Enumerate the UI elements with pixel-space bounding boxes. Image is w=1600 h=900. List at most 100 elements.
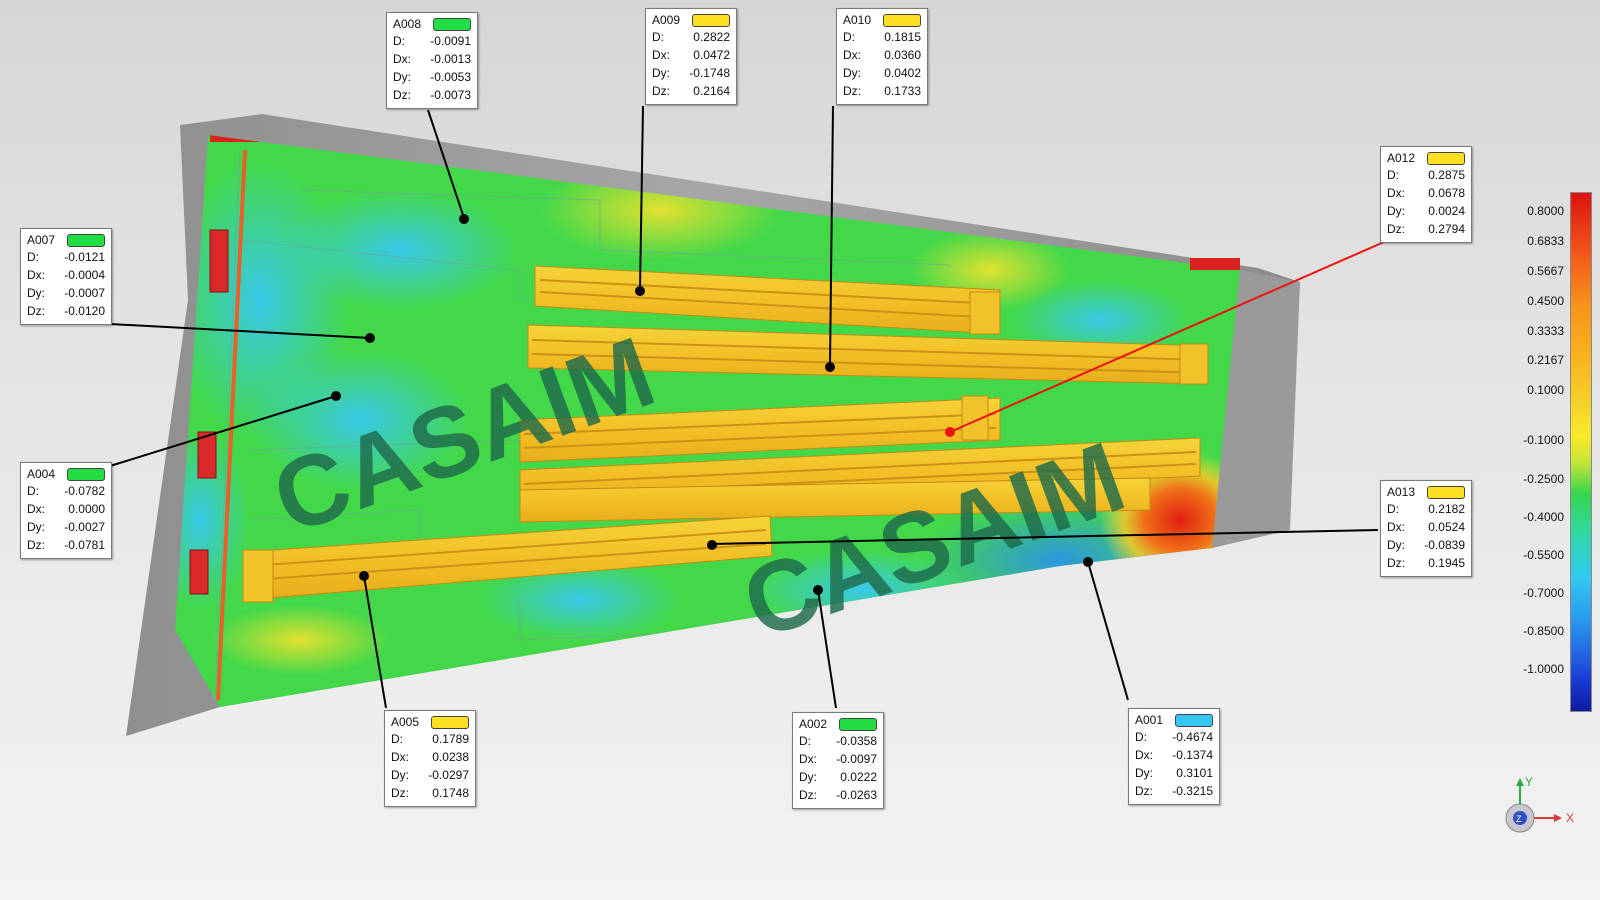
callout-a008[interactable]: A008 D: -0.0091 Dx: -0.0013 Dy: -0.0053 Dz:… <box>386 12 478 109</box>
label-dy: Dy: <box>799 770 817 784</box>
scale-label: -0.5500 <box>1523 548 1564 562</box>
callout-id: A001 <box>1135 713 1164 727</box>
point-a009 <box>635 286 645 296</box>
callout-id: A007 <box>27 233 56 247</box>
callout-id: A004 <box>27 467 56 481</box>
color-swatch <box>431 715 469 729</box>
label-d: D: <box>1387 502 1399 516</box>
callout-a009[interactable]: A009 D: 0.2822 Dx: 0.0472 Dy: -0.1748 Dz: 0.… <box>645 8 737 105</box>
label-dx: Dx: <box>27 502 45 516</box>
callout-id: A008 <box>393 17 422 31</box>
callout-id: A005 <box>391 715 420 729</box>
label-dy: Dy: <box>843 66 861 80</box>
value-d: -0.0121 <box>64 250 105 264</box>
value-dy: 0.0402 <box>884 66 921 80</box>
scale-label: 0.5667 <box>1527 264 1564 278</box>
callout-a002[interactable]: A002 D: -0.0358 Dx: -0.0097 Dy: 0.0222 Dz: -… <box>792 712 884 809</box>
label-dy: Dy: <box>27 286 45 300</box>
color-swatch <box>433 17 471 31</box>
callout-a013[interactable]: A013 D: 0.2182 Dx: 0.0524 Dy: -0.0839 Dz: 0.… <box>1380 480 1472 577</box>
scale-label: 0.6833 <box>1527 234 1564 248</box>
scale-label: -0.7000 <box>1523 586 1564 600</box>
value-dz: 0.1945 <box>1428 556 1465 570</box>
value-dx: -0.0004 <box>64 268 105 282</box>
scale-label: 0.2167 <box>1527 353 1564 367</box>
label-dx: Dx: <box>652 48 670 62</box>
value-d: -0.0091 <box>430 34 471 48</box>
value-d: -0.4674 <box>1172 730 1213 744</box>
value-dx: 0.0472 <box>693 48 730 62</box>
point-a004 <box>331 391 341 401</box>
color-swatch <box>1175 713 1213 727</box>
callout-id: A002 <box>799 717 828 731</box>
scale-label: 0.8000 <box>1527 204 1564 218</box>
label-dx: Dx: <box>799 752 817 766</box>
value-dz: 0.1733 <box>884 84 921 98</box>
label-dz: Dz: <box>843 84 861 98</box>
label-dy: Dy: <box>391 768 409 782</box>
label-dy: Dy: <box>652 66 670 80</box>
color-swatch <box>1427 485 1465 499</box>
color-swatch <box>839 717 877 731</box>
label-dz: Dz: <box>393 88 411 102</box>
color-scale-legend: 0.8000 0.6833 0.5667 0.4500 0.3333 0.216… <box>1510 192 1600 712</box>
point-a005 <box>359 571 369 581</box>
color-scale-bar <box>1570 192 1592 712</box>
scale-label: -0.2500 <box>1523 472 1564 486</box>
label-d: D: <box>393 34 405 48</box>
callout-id: A010 <box>843 13 872 27</box>
value-dy: -0.1748 <box>689 66 730 80</box>
value-d: -0.0358 <box>836 734 877 748</box>
label-dx: Dx: <box>1135 748 1153 762</box>
label-dz: Dz: <box>27 304 45 318</box>
value-dx: -0.0013 <box>430 52 471 66</box>
value-dz: 0.2164 <box>693 84 730 98</box>
callout-a010[interactable]: A010 D: 0.1815 Dx: 0.0360 Dy: 0.0402 Dz: 0.1… <box>836 8 928 105</box>
point-a013 <box>707 540 717 550</box>
callout-a012[interactable]: A012 D: 0.2875 Dx: 0.0678 Dy: 0.0024 Dz: 0.2… <box>1380 146 1472 243</box>
callout-a001[interactable]: A001 D: -0.4674 Dx: -0.1374 Dy: 0.3101 Dz: -… <box>1128 708 1220 805</box>
point-a012 <box>945 427 955 437</box>
value-d: 0.1815 <box>884 30 921 44</box>
scale-label: -0.4000 <box>1523 510 1564 524</box>
label-d: D: <box>1387 168 1399 182</box>
label-d: D: <box>1135 730 1147 744</box>
value-dx: 0.0000 <box>68 502 105 516</box>
value-dz: -0.0120 <box>64 304 105 318</box>
value-dx: -0.1374 <box>1172 748 1213 762</box>
label-dx: Dx: <box>1387 520 1405 534</box>
point-a001 <box>1083 557 1093 567</box>
value-dx: 0.0678 <box>1428 186 1465 200</box>
value-dz: -0.0263 <box>836 788 877 802</box>
label-d: D: <box>843 30 855 44</box>
label-dx: Dx: <box>843 48 861 62</box>
value-dx: 0.0238 <box>432 750 469 764</box>
callout-a007[interactable]: A007 D: -0.0121 Dx: -0.0004 Dy: -0.0007 Dz:… <box>20 228 112 325</box>
point-a010 <box>825 362 835 372</box>
label-dz: Dz: <box>652 84 670 98</box>
label-dz: Dz: <box>799 788 817 802</box>
label-dy: Dy: <box>1387 538 1405 552</box>
callout-a004[interactable]: A004 D: -0.0782 Dx: 0.0000 Dy: -0.0027 Dz: -… <box>20 462 112 559</box>
scale-label: 0.3333 <box>1527 324 1564 338</box>
triad-z-label: Z <box>1516 814 1522 824</box>
callout-a005[interactable]: A005 D: 0.1789 Dx: 0.0238 Dy: -0.0297 Dz: 0.… <box>384 710 476 807</box>
value-dy: 0.3101 <box>1176 766 1213 780</box>
point-a002 <box>813 585 823 595</box>
label-dy: Dy: <box>1387 204 1405 218</box>
scale-label: -0.1000 <box>1523 433 1564 447</box>
label-dz: Dz: <box>391 786 409 800</box>
axis-triad[interactable]: Y X Z <box>1490 776 1580 856</box>
label-d: D: <box>652 30 664 44</box>
value-dy: 0.0222 <box>840 770 877 784</box>
callout-id: A013 <box>1387 485 1416 499</box>
label-d: D: <box>799 734 811 748</box>
scale-label: -0.8500 <box>1523 624 1564 638</box>
point-a007 <box>365 333 375 343</box>
value-dy: 0.0024 <box>1428 204 1465 218</box>
value-d: 0.2875 <box>1428 168 1465 182</box>
value-dy: -0.0297 <box>428 768 469 782</box>
label-d: D: <box>27 250 39 264</box>
label-dz: Dz: <box>1387 222 1405 236</box>
label-dz: Dz: <box>1135 784 1153 798</box>
